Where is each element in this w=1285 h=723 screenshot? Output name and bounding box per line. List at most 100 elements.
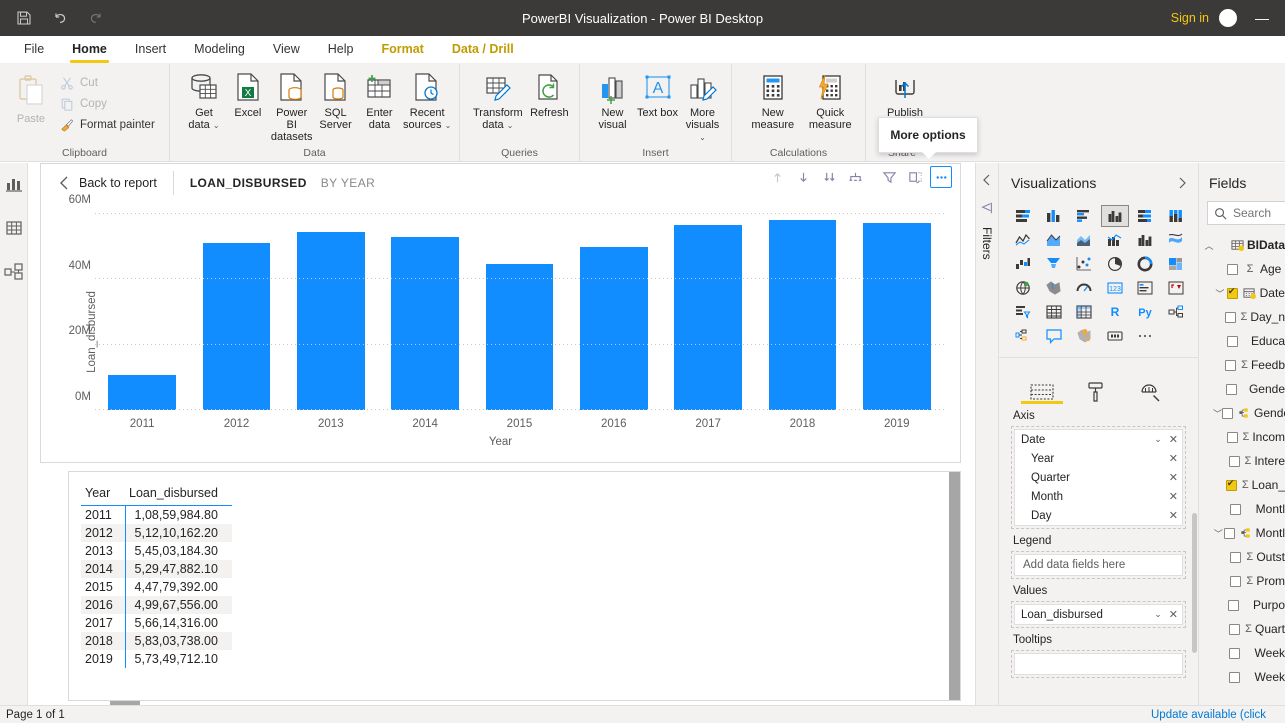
- tab-data-drill[interactable]: Data / Drill: [437, 36, 528, 63]
- filter-icon[interactable]: [878, 166, 900, 188]
- filled-map-icon[interactable]: [1040, 277, 1069, 299]
- field-checkbox[interactable]: [1228, 455, 1240, 467]
- redo-icon[interactable]: [86, 8, 106, 28]
- new-measure-button[interactable]: New measure: [744, 67, 802, 131]
- sign-in-link[interactable]: Sign in: [1171, 11, 1209, 25]
- visualizations-pane-scrollbar[interactable]: [1192, 513, 1197, 653]
- key-influencers-icon[interactable]: [1009, 325, 1038, 347]
- expand-all-icon[interactable]: [818, 166, 840, 188]
- drill-down-icon[interactable]: [792, 166, 814, 188]
- field-row-feedb[interactable]: Σ Feedb: [1199, 353, 1285, 377]
- field-row-bidata[interactable]: ︿ BIData: [1199, 233, 1285, 257]
- sql-server-button[interactable]: SQL Server: [314, 67, 358, 131]
- fields-pane-icon[interactable]: [1015, 366, 1069, 404]
- field-row-purpo[interactable]: Purpo: [1199, 593, 1285, 617]
- table-row[interactable]: 2012 5,12,10,162.20: [81, 524, 232, 542]
- chevron-up-icon[interactable]: ︿: [1203, 239, 1215, 252]
- field-checkbox[interactable]: [1228, 599, 1240, 611]
- field-row-day_n[interactable]: Σ Day_n: [1199, 305, 1285, 329]
- clustered-column-chart-icon[interactable]: [1100, 205, 1129, 227]
- r-script-visual-icon[interactable]: R: [1101, 301, 1130, 323]
- table-vertical-scrollbar[interactable]: [949, 472, 960, 700]
- well-axis[interactable]: Date ⌄ ✕ Year ✕ Quarter ✕ Month ✕ Day ✕: [1011, 426, 1186, 529]
- paste-button[interactable]: Paste: [6, 67, 56, 125]
- well-placeholder[interactable]: Add data fields here: [1014, 554, 1183, 576]
- remove-field-icon[interactable]: ✕: [1167, 471, 1178, 484]
- chevron-right-icon[interactable]: [1176, 176, 1188, 190]
- field-checkbox[interactable]: [1227, 263, 1238, 275]
- field-checkbox[interactable]: [1225, 359, 1237, 371]
- analytics-magnifier-icon[interactable]: [1123, 366, 1177, 404]
- field-checkbox[interactable]: [1229, 671, 1241, 683]
- remove-field-icon[interactable]: ✕: [1167, 452, 1178, 465]
- field-row-gende[interactable]: Gende: [1199, 377, 1285, 401]
- remove-field-icon[interactable]: ✕: [1167, 608, 1178, 621]
- area-chart-icon[interactable]: [1040, 229, 1069, 251]
- format-painter-button[interactable]: Format painter: [56, 117, 159, 133]
- enter-data-button[interactable]: Enter data: [358, 67, 402, 131]
- avatar[interactable]: [1219, 9, 1237, 27]
- new-visual-button[interactable]: New visual: [590, 67, 635, 131]
- field-row-loan_[interactable]: ΣLoan_: [1199, 473, 1285, 497]
- remove-field-icon[interactable]: ✕: [1167, 509, 1178, 522]
- focus-mode-icon[interactable]: [904, 166, 926, 188]
- bar[interactable]: [862, 222, 931, 410]
- well-field-quarter[interactable]: Quarter ✕: [1015, 468, 1182, 487]
- tab-insert[interactable]: Insert: [121, 36, 180, 63]
- field-row-week[interactable]: Week: [1199, 641, 1285, 665]
- table-row[interactable]: 2015 4,47,79,392.00: [81, 578, 232, 596]
- power-bi-datasets-button[interactable]: Power BI datasets: [270, 67, 314, 143]
- format-paintroller-icon[interactable]: [1069, 366, 1123, 404]
- field-row-montl[interactable]: ﹀ Montl: [1199, 521, 1285, 545]
- tab-file[interactable]: File: [10, 36, 58, 63]
- 100-stacked-column-chart-icon[interactable]: [1162, 205, 1191, 227]
- field-row-date[interactable]: ﹀ Date: [1199, 281, 1285, 305]
- bar[interactable]: [579, 246, 648, 410]
- recent-sources-button[interactable]: Recent sources ⌄: [401, 67, 453, 132]
- excel-button[interactable]: X Excel: [226, 67, 270, 119]
- table-icon[interactable]: [1040, 301, 1069, 323]
- field-checkbox[interactable]: [1229, 623, 1241, 635]
- text-box-button[interactable]: A Text box: [635, 67, 680, 119]
- chevron-down-icon[interactable]: ⌄: [1149, 434, 1167, 445]
- field-checkbox[interactable]: [1229, 503, 1241, 515]
- table-row[interactable]: 2016 4,99,67,556.00: [81, 596, 232, 614]
- column-header-year[interactable]: Year: [81, 484, 125, 506]
- field-row-intere[interactable]: Σ Intere: [1199, 449, 1285, 473]
- ribbon-chart-icon[interactable]: [1162, 229, 1191, 251]
- back-to-report-button[interactable]: Back to report: [41, 175, 157, 191]
- more-visuals-button[interactable]: More visuals ⌄: [680, 67, 725, 144]
- more-options-icon[interactable]: [930, 166, 952, 188]
- copy-button[interactable]: Copy: [56, 96, 159, 112]
- refresh-button[interactable]: Refresh: [526, 67, 573, 119]
- model-view-icon[interactable]: [1, 259, 27, 285]
- multi-row-card-icon[interactable]: [1131, 277, 1160, 299]
- field-checkbox[interactable]: [1226, 383, 1238, 395]
- well-field-day[interactable]: Day ✕: [1015, 506, 1182, 525]
- field-checkbox[interactable]: [1226, 286, 1238, 299]
- line-chart-icon[interactable]: [1009, 229, 1038, 251]
- table-row[interactable]: 2013 5,45,03,184.30: [81, 542, 232, 560]
- bar[interactable]: [391, 237, 460, 410]
- bar[interactable]: [108, 374, 177, 410]
- treemap-icon[interactable]: [1162, 253, 1191, 275]
- well-tooltips[interactable]: [1011, 650, 1186, 678]
- field-row-quart[interactable]: Σ Quart: [1199, 617, 1285, 641]
- search-box[interactable]: [1207, 201, 1285, 225]
- field-checkbox[interactable]: [1222, 407, 1234, 419]
- field-checkbox[interactable]: [1226, 431, 1238, 443]
- field-checkbox[interactable]: [1223, 527, 1235, 539]
- donut-chart-icon[interactable]: [1131, 253, 1160, 275]
- chevron-down-icon[interactable]: ﹀: [1213, 527, 1224, 540]
- well-values[interactable]: Loan_disbursed ⌄ ✕: [1011, 601, 1186, 628]
- data-view-icon[interactable]: [1, 215, 27, 241]
- bar[interactable]: [674, 225, 743, 410]
- bar[interactable]: [202, 242, 271, 410]
- field-row-montl[interactable]: Montl: [1199, 497, 1285, 521]
- more-visuals-ellipsis-icon[interactable]: [1131, 325, 1160, 347]
- well-field-date[interactable]: Date ⌄ ✕: [1015, 430, 1182, 449]
- kpi-icon[interactable]: [1162, 277, 1191, 299]
- field-row-week[interactable]: Week: [1199, 665, 1285, 689]
- chevron-down-icon[interactable]: ﹀: [1213, 407, 1222, 420]
- field-row-prom[interactable]: Σ Prom: [1199, 569, 1285, 593]
